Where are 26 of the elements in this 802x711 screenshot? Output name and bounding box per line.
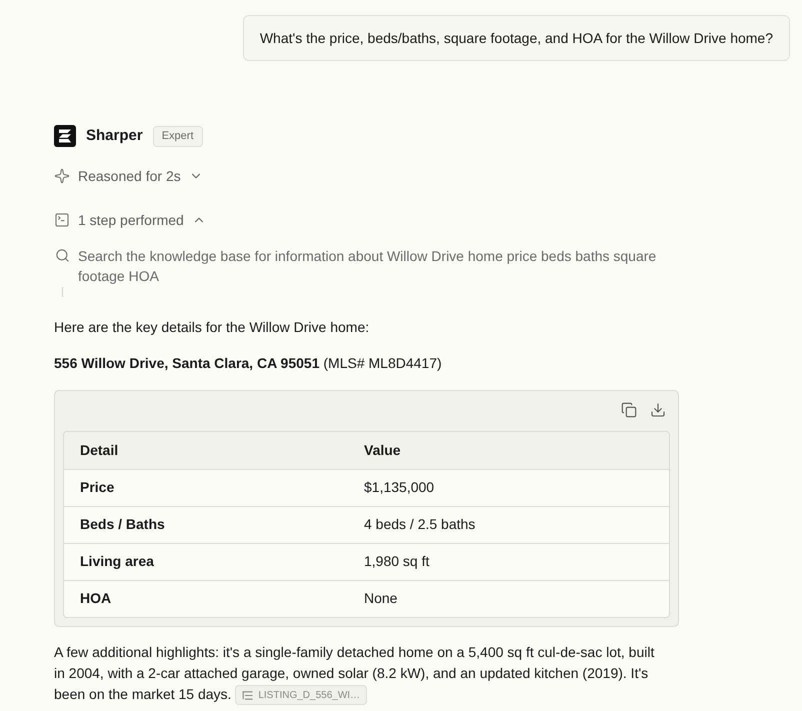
assistant-name: Sharper xyxy=(86,126,143,146)
steps-toggle[interactable]: 1 step performed xyxy=(54,210,206,230)
search-step-text: Search the knowledge base for information about Willow Drive home price beds baths square footage HOA xyxy=(78,247,658,286)
highlights-paragraph: A few additional highlights: it's a single-family detached home on a 5,400 sq ft cul-de-sac lot, built in 2004, with a 2-car attached garage, owned solar (8.2 kW), and an updated kitchen (2019). It's been on the market 15 days. LISTING_D_556_WI… xyxy=(54,642,660,706)
table-cell: 4 beds / 2.5 baths xyxy=(348,506,669,543)
table-cell: $1,135,000 xyxy=(348,469,669,506)
table-cell: Beds / Baths xyxy=(64,506,348,543)
intro-text: Here are the key details for the Willow Drive home: xyxy=(54,318,370,337)
table-cell: 1,980 sq ft xyxy=(348,543,669,580)
copy-icon[interactable] xyxy=(621,402,637,418)
terminal-icon xyxy=(54,212,70,228)
table-cell: None xyxy=(348,580,669,617)
reasoning-toggle[interactable]: Reasoned for 2s xyxy=(54,166,203,186)
search-icon xyxy=(54,248,70,263)
mode-badge: Expert xyxy=(152,126,202,146)
sparkle-icon xyxy=(54,168,70,184)
user-message-bubble: What's the price, beds/baths, square footage, and HOA for the Willow Drive home? xyxy=(242,15,790,61)
logo-icon xyxy=(54,125,76,147)
address-line: 556 Willow Drive, Santa Clara, CA 95051 (MLS# ML8D4417) xyxy=(54,354,443,373)
list-icon xyxy=(242,690,254,700)
table-cell: Living area xyxy=(64,543,348,580)
download-icon[interactable] xyxy=(650,402,666,418)
table-cell: HOA xyxy=(64,580,348,617)
table-cell: Price xyxy=(64,469,348,506)
column-header: Detail xyxy=(64,432,348,469)
column-header: Value xyxy=(348,432,669,469)
